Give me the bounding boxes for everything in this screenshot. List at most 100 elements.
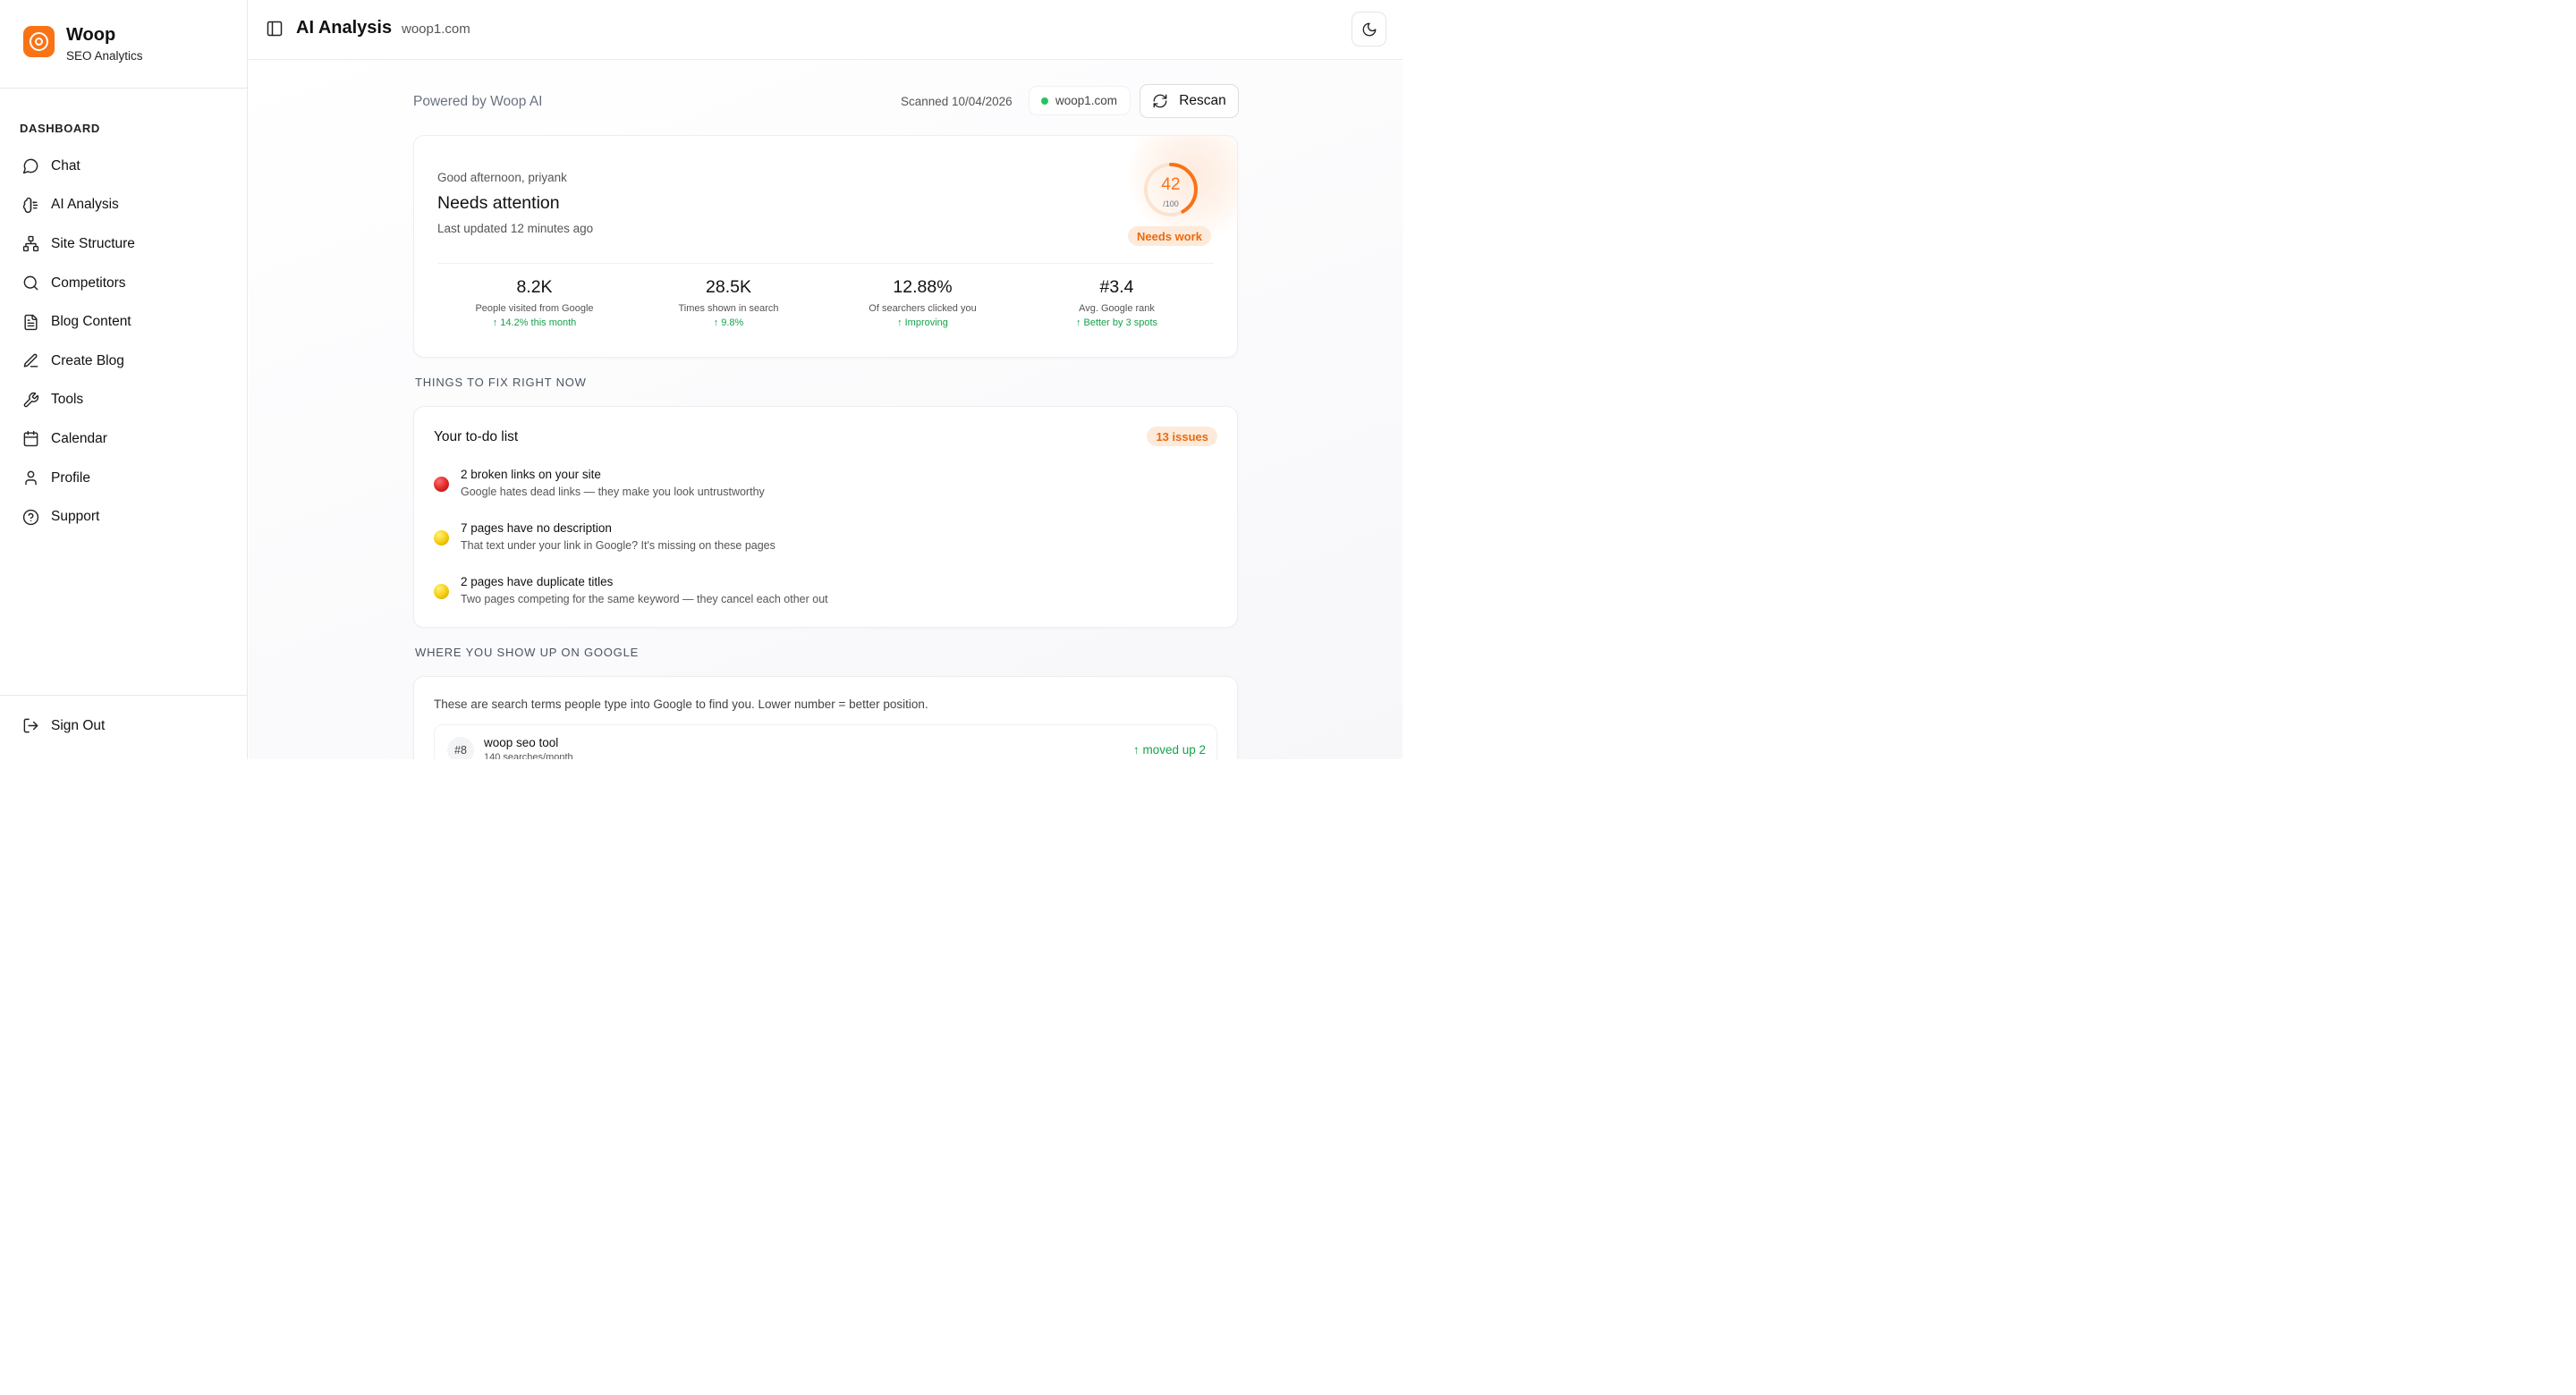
issues-count-badge: 13 issues (1147, 427, 1217, 446)
page-domain: woop1.com (402, 21, 470, 37)
metric-label: Avg. Google rank (1079, 303, 1155, 314)
metrics-row: 8.2K People visited from Google ↑ 14.2% … (437, 277, 1214, 328)
sidebar-item-blog-content[interactable]: Blog Content (14, 302, 233, 342)
document-icon (24, 314, 38, 330)
wrench-icon (23, 392, 39, 408)
sidebar-item-ai-analysis[interactable]: AI Analysis (14, 186, 233, 225)
metric-value: 8.2K (516, 277, 553, 297)
brand-header: Woop SEO Analytics (0, 0, 247, 89)
metric-delta: ↑ Improving (897, 317, 948, 328)
theme-toggle-button[interactable] (1352, 12, 1386, 46)
metric-ctr: 12.88% Of searchers clicked you ↑ Improv… (826, 277, 1020, 328)
log-out-icon (23, 718, 38, 733)
metric-delta: ↑ 9.8% (713, 317, 744, 328)
issue-desc: Two pages competing for the same keyword… (461, 593, 828, 605)
metric-delta: ↑ Better by 3 spots (1075, 317, 1158, 328)
sidebar-item-create-blog[interactable]: Create Blog (14, 342, 233, 381)
score-value: 42 (1161, 175, 1181, 194)
sidebar-item-label: AI Analysis (51, 197, 119, 213)
todo-card: Your to-do list 13 issues 2 broken links… (413, 406, 1238, 628)
fix-section-label: THINGS TO FIX RIGHT NOW (415, 376, 587, 389)
online-status-dot-icon (1041, 97, 1048, 105)
issue-desc: That text under your link in Google? It'… (461, 539, 775, 552)
top-header: AI Analysis woop1.com (249, 0, 1402, 60)
powered-by-label: Powered by Woop AI (413, 94, 543, 109)
rescan-button[interactable]: Rescan (1140, 84, 1239, 118)
issue-title: 2 broken links on your site (461, 468, 601, 481)
score-badge: Needs work (1128, 226, 1211, 246)
sidebar-item-label: Chat (51, 157, 80, 173)
nav-section-title: DASHBOARD (20, 122, 100, 135)
metric-avg-rank: #3.4 Avg. Google rank ↑ Better by 3 spot… (1020, 277, 1214, 328)
pencil-icon (23, 353, 38, 368)
keyword-volume: 140 searches/month (484, 752, 573, 759)
brand-name: Woop (66, 25, 116, 45)
keyword-row[interactable]: #8 woop seo tool 140 searches/month ↑ mo… (434, 724, 1217, 759)
sidebar-item-profile[interactable]: Profile (14, 459, 233, 498)
brain-icon (22, 197, 38, 213)
sidebar-item-label: Blog Content (51, 314, 131, 330)
sidebar-item-tools[interactable]: Tools (14, 381, 233, 420)
sidebar-item-label: Calendar (51, 430, 107, 446)
issue-item[interactable]: 7 pages have no description That text un… (434, 521, 1203, 561)
yellow-warning-dot-icon (434, 584, 449, 599)
last-updated: Last updated 12 minutes ago (437, 222, 594, 235)
content-column: Powered by Woop AI Scanned 10/04/2026 wo… (413, 61, 1239, 759)
metric-label: Of searchers clicked you (869, 303, 977, 314)
red-alert-dot-icon (434, 477, 449, 492)
search-icon (23, 275, 38, 291)
sign-out-label: Sign Out (51, 717, 106, 733)
google-section-label: WHERE YOU SHOW UP ON GOOGLE (415, 646, 640, 659)
analysis-topbar: Powered by Woop AI Scanned 10/04/2026 wo… (413, 61, 1239, 136)
woop-logo-icon[interactable] (23, 26, 55, 57)
main-content: Powered by Woop AI Scanned 10/04/2026 wo… (249, 61, 1402, 759)
summary-divider (437, 263, 1214, 264)
keywords-description: These are search terms people type into … (434, 698, 928, 711)
keyword-rank: #8 (447, 737, 474, 759)
moon-icon (1362, 22, 1376, 36)
metric-impressions: 28.5K Times shown in search ↑ 9.8% (631, 277, 826, 328)
sidebar-item-label: Support (51, 509, 100, 525)
sign-out-button[interactable]: Sign Out (22, 717, 105, 734)
sidebar-item-label: Profile (51, 469, 90, 486)
rescan-label: Rescan (1179, 93, 1226, 108)
site-pill-label: woop1.com (1055, 94, 1118, 107)
summary-card: Good afternoon, priyank Needs attention … (413, 135, 1238, 358)
metric-value: 28.5K (706, 277, 751, 297)
brand-subtitle: SEO Analytics (66, 49, 143, 63)
sidebar-toggle-button[interactable] (266, 20, 284, 38)
page-title: AI Analysis (296, 18, 393, 38)
user-icon (25, 470, 37, 486)
keywords-card: These are search terms people type into … (413, 676, 1238, 759)
issue-item[interactable]: 2 broken links on your site Google hates… (434, 468, 1203, 507)
sidebar-item-label: Create Blog (51, 352, 124, 368)
issue-desc: Google hates dead links — they make you … (461, 486, 765, 498)
sitemap-icon (22, 236, 39, 252)
metric-value: #3.4 (1099, 277, 1134, 297)
metric-label: People visited from Google (475, 303, 594, 314)
todo-title: Your to-do list (434, 429, 519, 444)
score-max: /100 (1163, 199, 1179, 208)
calendar-icon (23, 431, 38, 447)
sidebar-item-support[interactable]: Support (14, 497, 233, 537)
sidebar-item-chat[interactable]: Chat (14, 147, 233, 186)
issue-title: 7 pages have no description (461, 521, 612, 535)
sidebar-item-calendar[interactable]: Calendar (14, 419, 233, 459)
sidebar-footer: Sign Out (0, 695, 248, 759)
issue-item[interactable]: 2 pages have duplicate titles Two pages … (434, 575, 1203, 614)
sidebar-item-competitors[interactable]: Competitors (14, 264, 233, 303)
keyword-term: woop seo tool (484, 736, 559, 749)
greeting: Good afternoon, priyank (437, 171, 567, 184)
panel-left-icon (267, 21, 283, 37)
help-circle-icon (22, 509, 39, 525)
issue-title: 2 pages have duplicate titles (461, 575, 614, 588)
sidebar-item-site-structure[interactable]: Site Structure (14, 224, 233, 264)
sidebar-item-label: Competitors (51, 275, 126, 291)
site-status-pill: woop1.com (1029, 86, 1131, 115)
yellow-warning-dot-icon (434, 530, 449, 545)
status-title: Needs attention (437, 193, 560, 213)
chat-bubble-icon (22, 158, 38, 174)
sidebar-nav: Chat AI Analysis Site Structure Competit… (14, 147, 233, 537)
metric-visits: 8.2K People visited from Google ↑ 14.2% … (437, 277, 631, 328)
keyword-movement: ↑ moved up 2 (1132, 743, 1206, 757)
